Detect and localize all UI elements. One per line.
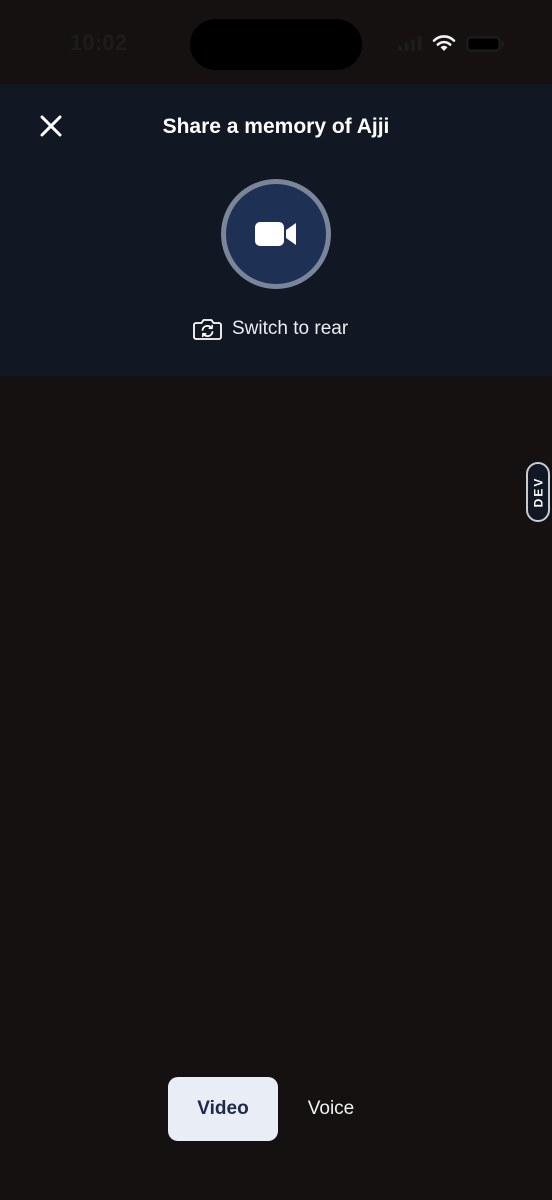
switch-camera-label: Switch to rear bbox=[232, 318, 349, 339]
mode-voice-tab[interactable]: Voice bbox=[290, 1077, 372, 1141]
dev-tab-label: DEV bbox=[531, 476, 545, 508]
battery-icon bbox=[466, 36, 504, 52]
dev-tab[interactable]: DEV bbox=[526, 462, 550, 522]
camera-flip-icon bbox=[193, 319, 222, 340]
close-icon bbox=[40, 115, 62, 137]
video-camera-icon bbox=[255, 222, 296, 246]
record-video-button[interactable] bbox=[221, 179, 331, 289]
dynamic-island bbox=[190, 19, 362, 70]
close-button[interactable] bbox=[35, 110, 67, 142]
status-time: 10:02 bbox=[70, 30, 128, 55]
memory-recorder-screen: 10:02 Share a memory of Ajji Switch to r… bbox=[0, 0, 552, 1200]
signal-icon bbox=[398, 36, 422, 51]
wifi-icon bbox=[432, 35, 456, 51]
switch-camera-button[interactable]: Switch to rear bbox=[193, 313, 363, 345]
page-title: Share a memory of Ajji bbox=[162, 115, 390, 138]
status-bar: 10:02 bbox=[0, 0, 552, 84]
mode-video-tab[interactable]: Video bbox=[168, 1077, 278, 1141]
